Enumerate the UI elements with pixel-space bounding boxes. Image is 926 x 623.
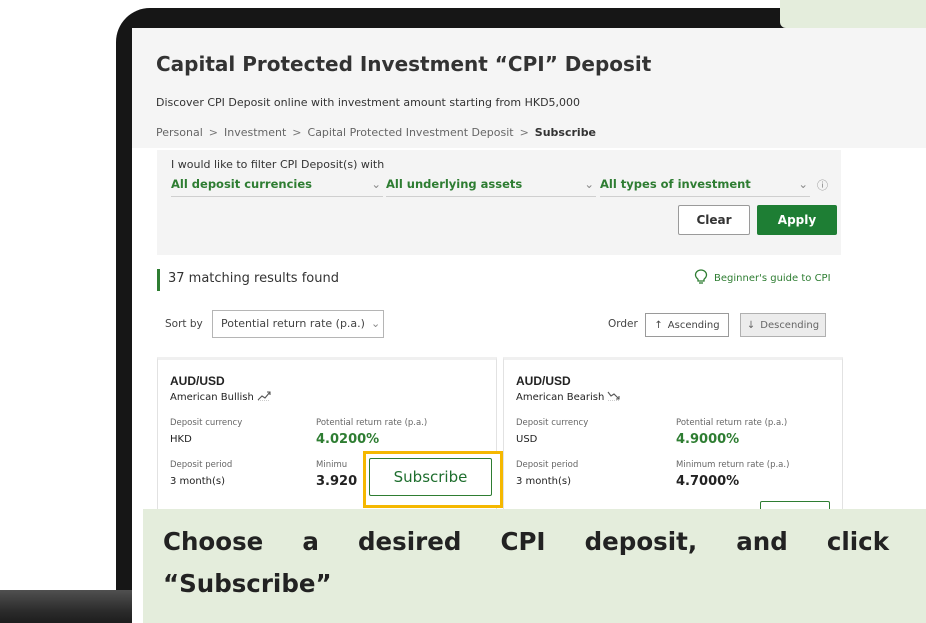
results-count: 37 matching results found	[168, 271, 339, 286]
currency-label: Deposit currency	[516, 418, 589, 428]
info-icon[interactable]: ⓘ	[817, 177, 828, 193]
caption-line-1: Choose a desired CPI deposit, and click	[163, 527, 889, 556]
currency-label: Deposit currency	[170, 418, 243, 428]
page-subtitle: Discover CPI Deposit online with investm…	[156, 96, 581, 109]
types-filter-value: All types of investment	[600, 177, 751, 191]
min-rate-value: 4.7000%	[676, 474, 740, 489]
chevron-right-icon: >	[292, 126, 302, 139]
currency-value: USD	[516, 434, 538, 445]
filter-intro: I would like to filter CPI Deposit(s) wi…	[171, 158, 385, 171]
card-pair: AUD/USD	[170, 374, 225, 388]
arrow-up-icon: ↑	[654, 319, 663, 331]
assets-filter-value: All underlying assets	[386, 177, 523, 191]
chevron-down-icon: ⌄	[370, 317, 381, 330]
period-label: Deposit period	[516, 460, 579, 470]
bearish-trend-icon	[607, 391, 621, 401]
descending-button[interactable]: ↓ Descending	[740, 313, 826, 337]
potential-rate-value: 4.0200%	[316, 432, 380, 447]
min-rate-label: Minimu	[316, 460, 348, 470]
types-filter-select[interactable]: All types of investment ⌄	[600, 177, 810, 197]
card-type: American Bullish	[170, 391, 271, 403]
corner-tab	[780, 0, 926, 28]
sort-select[interactable]: Potential return rate (p.a.) ⌄	[212, 310, 384, 338]
clear-button[interactable]: Clear	[678, 205, 750, 235]
currency-filter-select[interactable]: All deposit currencies ⌄	[171, 177, 383, 197]
ascending-button[interactable]: ↑ Ascending	[645, 313, 729, 337]
lightbulb-icon	[694, 269, 708, 284]
period-value: 3 month(s)	[516, 476, 572, 487]
apply-button[interactable]: Apply	[757, 205, 837, 235]
period-value: 3 month(s)	[170, 476, 226, 487]
results-accent-bar	[157, 269, 160, 291]
order-label: Order	[608, 318, 638, 330]
assets-filter-select[interactable]: All underlying assets ⌄	[386, 177, 596, 197]
card-type: American Bearish	[516, 391, 621, 403]
potential-rate-value: 4.9000%	[676, 432, 740, 447]
arrow-down-icon: ↓	[746, 319, 756, 331]
sort-by-label: Sort by	[165, 318, 203, 330]
potential-rate-label: Potential return rate (p.a.)	[676, 418, 788, 428]
currency-value: HKD	[170, 434, 192, 445]
min-rate-label: Minimum return rate (p.a.)	[676, 460, 790, 470]
descending-label: Descending	[760, 319, 820, 331]
product-card-2[interactable]: AUD/USD American Bearish Deposit currenc…	[503, 357, 843, 517]
page-title: Capital Protected Investment “CPI” Depos…	[156, 52, 652, 76]
min-rate-value: 3.920	[316, 474, 358, 489]
card-type-label: American Bullish	[170, 392, 254, 403]
breadcrumb-investment[interactable]: Investment	[224, 126, 286, 139]
potential-rate-label: Potential return rate (p.a.)	[316, 418, 428, 428]
breadcrumb: Personal > Investment > Capital Protected In…	[156, 126, 596, 139]
sort-select-value: Potential return rate (p.a.)	[221, 317, 365, 330]
breadcrumb-cpi-deposit[interactable]: Capital Protected Investment Deposit	[308, 126, 514, 139]
card-type-label: American Bearish	[516, 392, 605, 403]
chevron-down-icon: ⌄	[371, 177, 381, 191]
chevron-right-icon: >	[519, 126, 529, 139]
beginners-guide-label: Beginner's guide to CPI	[714, 273, 831, 284]
beginners-guide-link[interactable]: Beginner's guide to CPI	[694, 269, 831, 285]
card-pair: AUD/USD	[516, 374, 571, 388]
breadcrumb-personal[interactable]: Personal	[156, 126, 203, 139]
caption-line-2: “Subscribe”	[163, 569, 332, 598]
chevron-right-icon: >	[208, 126, 218, 139]
chevron-down-icon: ⌄	[798, 177, 808, 191]
currency-filter-value: All deposit currencies	[171, 177, 312, 191]
breadcrumb-current: Subscribe	[534, 126, 597, 139]
instruction-caption: Choose a desired CPI deposit, and click …	[143, 509, 926, 623]
bullish-trend-icon	[257, 391, 271, 401]
filter-panel: I would like to filter CPI Deposit(s) wi…	[157, 150, 841, 255]
ascending-label: Ascending	[667, 319, 720, 331]
chevron-down-icon: ⌄	[584, 177, 594, 191]
subscribe-button[interactable]: Subscribe	[369, 458, 492, 496]
period-label: Deposit period	[170, 460, 233, 470]
